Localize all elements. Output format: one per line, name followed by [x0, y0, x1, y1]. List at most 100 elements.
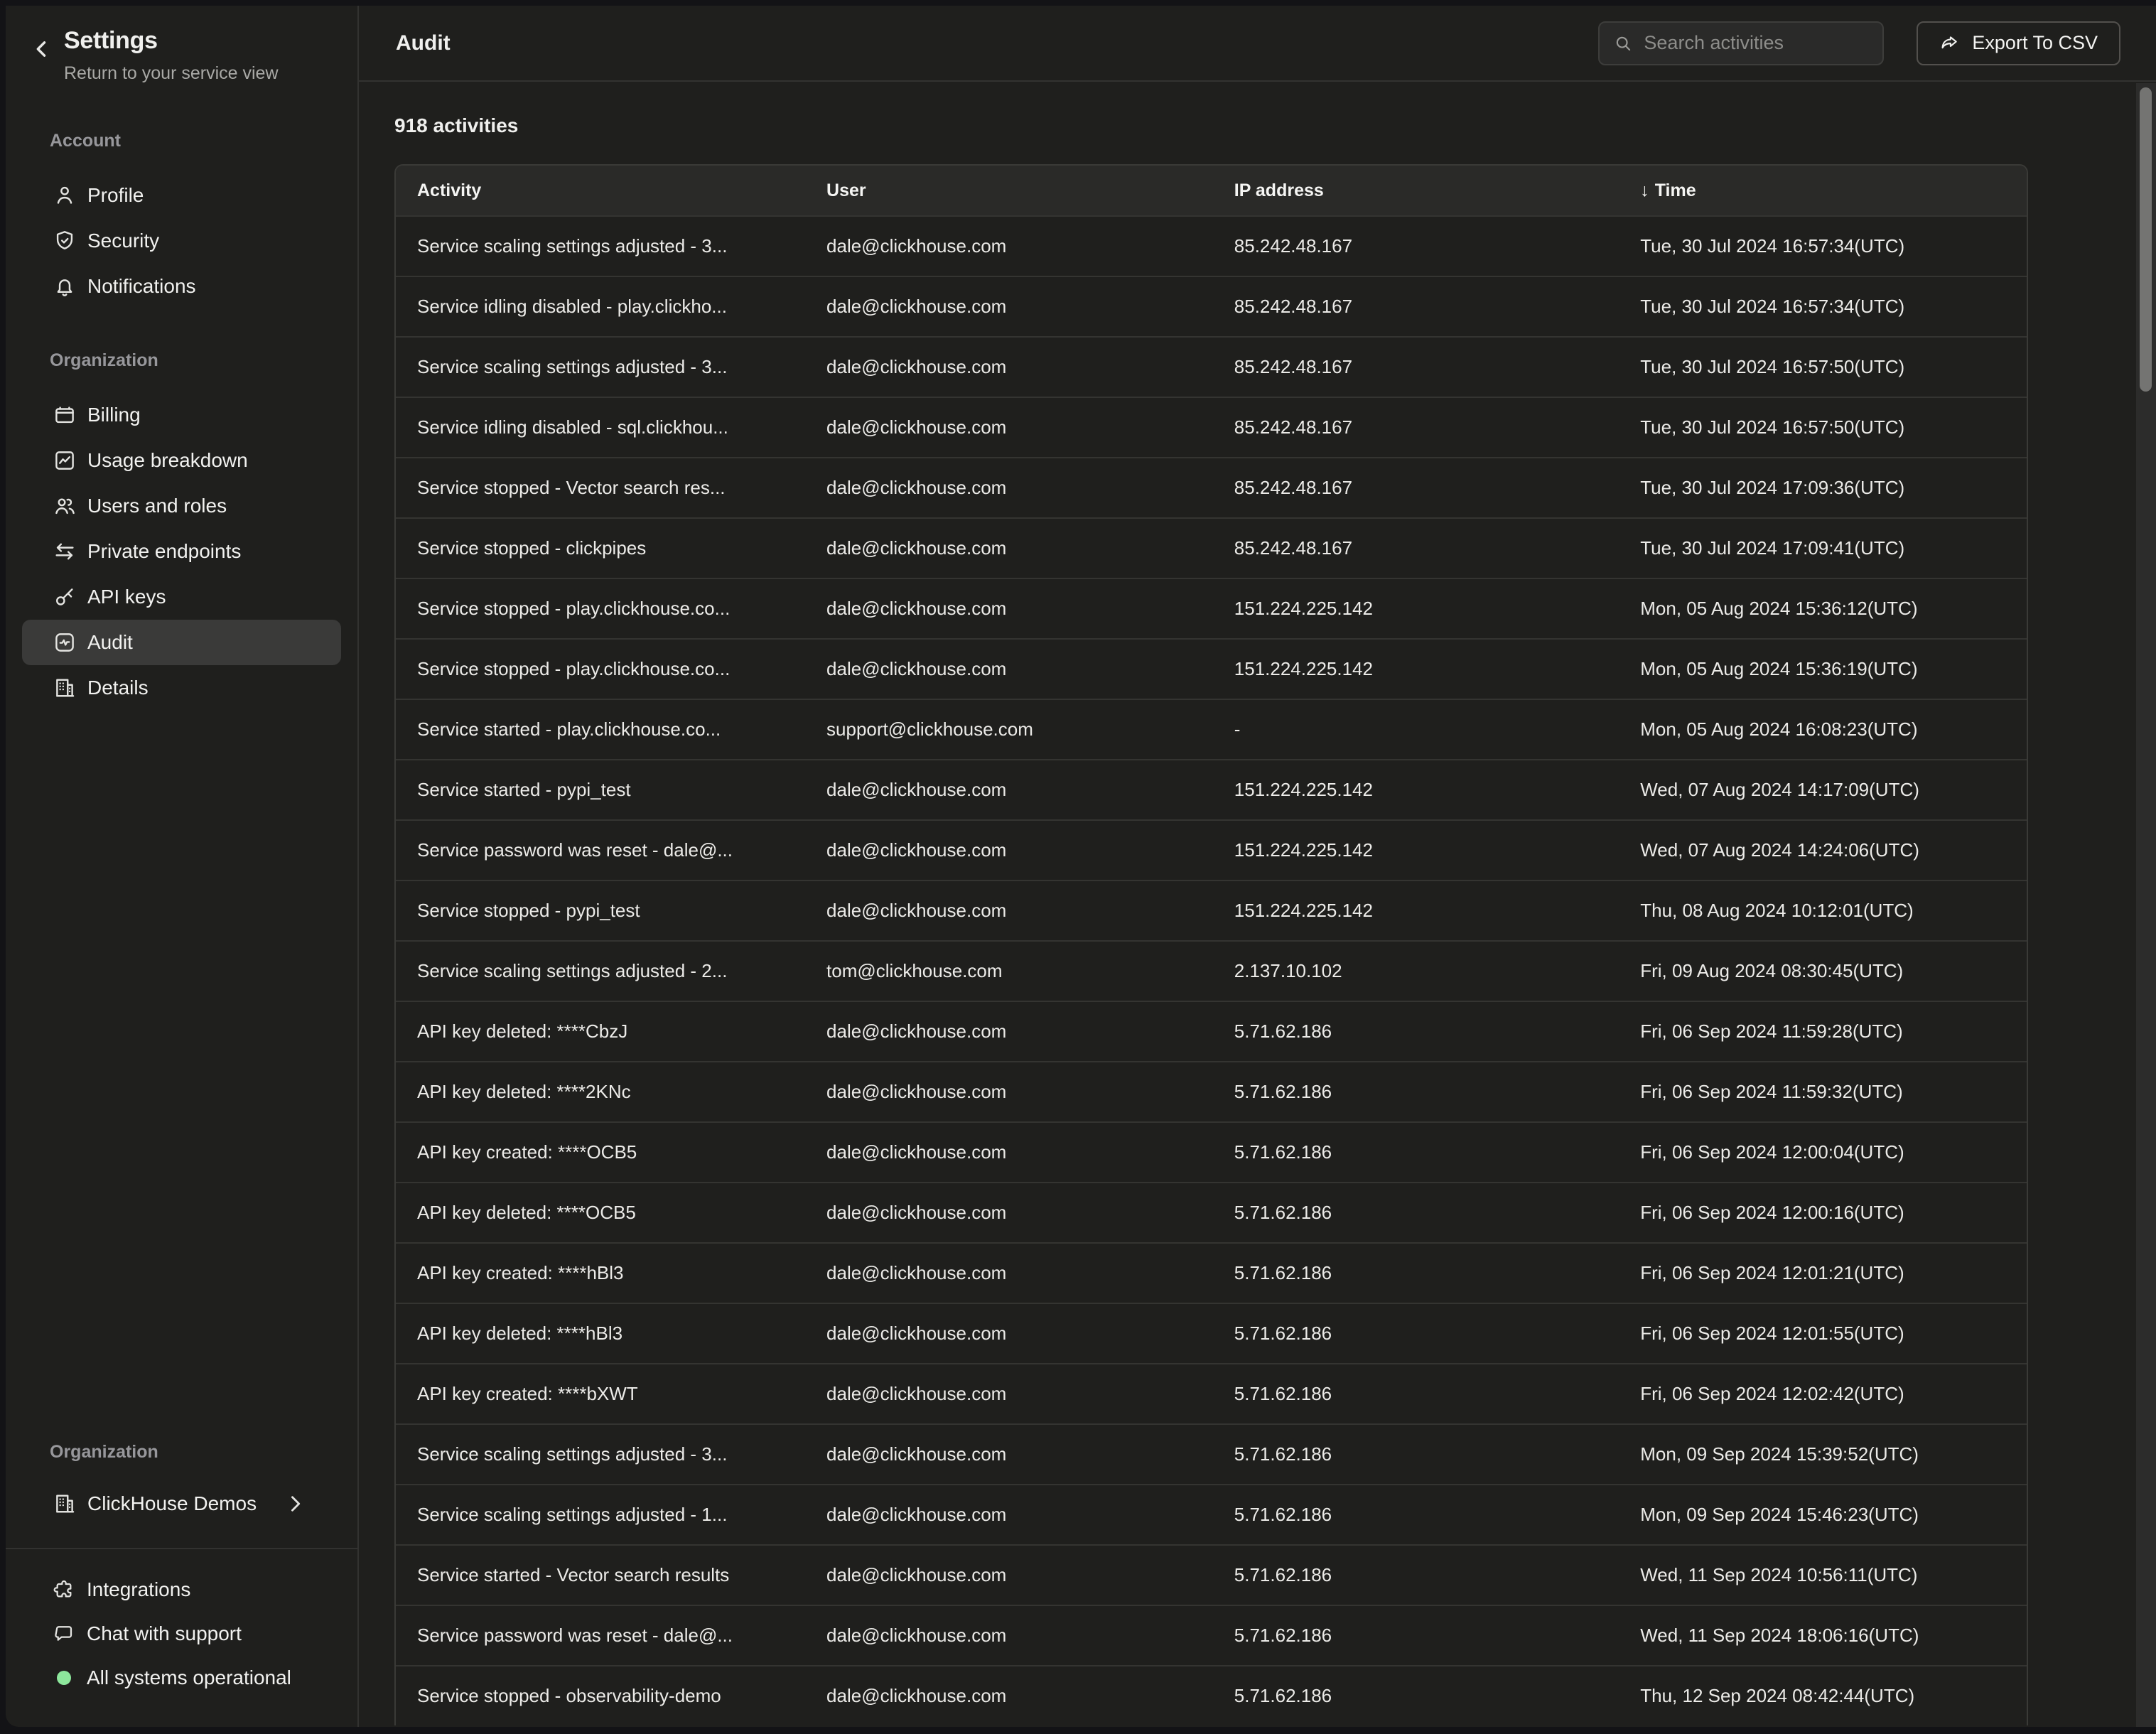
user-cell: dale@clickhouse.com	[805, 336, 1213, 397]
organization-name: ClickHouse Demos	[87, 1492, 257, 1515]
table-row: API key deleted: ****OCB5 dale@clickhous…	[396, 1182, 2027, 1242]
sidebar-item-notifications[interactable]: Notifications	[22, 264, 341, 309]
activity-cell: Service stopped - observability-demo	[396, 1665, 805, 1725]
user-cell: dale@clickhouse.com	[805, 880, 1213, 940]
user-cell: dale@clickhouse.com	[805, 1001, 1213, 1061]
time-cell: Fri, 06 Sep 2024 12:00:04(UTC)	[1619, 1121, 2027, 1182]
activity-cell: Service scaling settings adjusted - 3...	[396, 336, 805, 397]
sort-descending-icon: ↓	[1640, 181, 1649, 200]
activity-cell: API key deleted: ****hBl3	[396, 1303, 805, 1363]
table-row: Service stopped - pypi_test dale@clickho…	[396, 880, 2027, 940]
sidebar-item-private-endpoints[interactable]: Private endpoints	[22, 529, 341, 574]
user-cell: dale@clickhouse.com	[805, 578, 1213, 638]
table-row: Service password was reset - dale@... da…	[396, 1605, 2027, 1665]
ip-cell: 2.137.10.102	[1213, 940, 1619, 1001]
table-row: API key deleted: ****CbzJ dale@clickhous…	[396, 1001, 2027, 1061]
vertical-scrollbar-track[interactable]	[2136, 83, 2156, 1727]
search-icon	[1614, 34, 1632, 53]
table-row: Service idling disabled - play.clickho..…	[396, 276, 2027, 336]
column-header-user[interactable]: User	[805, 166, 1213, 215]
column-header-time[interactable]: ↓ Time	[1619, 166, 2027, 215]
table-row: Service scaling settings adjusted - 3...…	[396, 215, 2027, 276]
export-to-csv-button[interactable]: Export To CSV	[1917, 21, 2120, 65]
sidebar-title: Settings	[64, 27, 357, 55]
sidebar-item-security[interactable]: Security	[22, 218, 341, 264]
account-section-label: Account	[6, 131, 357, 151]
time-cell: Wed, 07 Aug 2024 14:24:06(UTC)	[1619, 819, 2027, 880]
ip-cell: 5.71.62.186	[1213, 1544, 1619, 1605]
activity-cell: API key deleted: ****OCB5	[396, 1182, 805, 1242]
user-cell: dale@clickhouse.com	[805, 397, 1213, 457]
activity-cell: Service stopped - pypi_test	[396, 880, 805, 940]
footer-item-label: Chat with support	[87, 1622, 242, 1645]
ip-cell: 85.242.48.167	[1213, 457, 1619, 517]
integrations-link[interactable]: Integrations	[22, 1568, 341, 1612]
sidebar-item-details[interactable]: Details	[22, 665, 341, 711]
audit-content: 918 activities Activity User IP address …	[359, 82, 2156, 1727]
time-cell: Tue, 30 Jul 2024 16:57:34(UTC)	[1619, 276, 2027, 336]
activity-cell: API key deleted: ****CbzJ	[396, 1001, 805, 1061]
sidebar-item-api-keys[interactable]: API keys	[22, 574, 341, 620]
building-icon	[53, 1492, 77, 1516]
sidebar-item-usage-breakdown[interactable]: Usage breakdown	[22, 438, 341, 483]
ip-cell: -	[1213, 699, 1619, 759]
time-cell: Fri, 06 Sep 2024 12:01:55(UTC)	[1619, 1303, 2027, 1363]
sidebar-item-label: Billing	[87, 404, 141, 426]
user-cell: dale@clickhouse.com	[805, 1242, 1213, 1303]
key-icon	[53, 585, 77, 609]
user-cell: dale@clickhouse.com	[805, 1423, 1213, 1484]
ip-cell: 5.71.62.186	[1213, 1363, 1619, 1423]
user-cell: dale@clickhouse.com	[805, 457, 1213, 517]
sidebar-subtitle: Return to your service view	[64, 63, 357, 84]
time-cell: Mon, 05 Aug 2024 15:36:19(UTC)	[1619, 638, 2027, 699]
time-cell: Fri, 06 Sep 2024 12:01:21(UTC)	[1619, 1242, 2027, 1303]
user-cell: tom@clickhouse.com	[805, 940, 1213, 1001]
page-header: Audit Export To CSV	[359, 6, 2156, 82]
organization-switcher[interactable]: ClickHouse Demos	[22, 1481, 341, 1526]
sidebar-item-users-and-roles[interactable]: Users and roles	[22, 483, 341, 529]
activity-cell: Service started - pypi_test	[396, 759, 805, 819]
vertical-scrollbar-thumb[interactable]	[2140, 87, 2152, 392]
column-header-time-label: Time	[1655, 181, 1696, 200]
time-cell: Mon, 09 Sep 2024 15:39:52(UTC)	[1619, 1423, 2027, 1484]
time-cell: Fri, 06 Sep 2024 12:02:42(UTC)	[1619, 1363, 2027, 1423]
column-header-activity[interactable]: Activity	[396, 166, 805, 215]
activities-count: 918 activities	[394, 114, 2028, 137]
table-row: API key created: ****bXWT dale@clickhous…	[396, 1363, 2027, 1423]
column-header-ip[interactable]: IP address	[1213, 166, 1619, 215]
activity-cell: Service scaling settings adjusted - 2...	[396, 940, 805, 1001]
search-box[interactable]	[1598, 21, 1884, 65]
back-button[interactable]	[30, 38, 54, 63]
time-cell: Mon, 05 Aug 2024 16:08:23(UTC)	[1619, 699, 2027, 759]
activity-cell: API key deleted: ****2KNc	[396, 1061, 805, 1121]
table-row: API key created: ****hBl3 dale@clickhous…	[396, 1242, 2027, 1303]
system-status-link[interactable]: All systems operational	[22, 1656, 341, 1700]
table-row: Service idling disabled - sql.clickhou..…	[396, 397, 2027, 457]
sidebar-item-profile[interactable]: Profile	[22, 173, 341, 218]
user-cell: dale@clickhouse.com	[805, 1484, 1213, 1544]
sidebar-item-label: Private endpoints	[87, 540, 241, 563]
activity-cell: Service scaling settings adjusted - 3...	[396, 215, 805, 276]
table-row: API key deleted: ****2KNc dale@clickhous…	[396, 1061, 2027, 1121]
sidebar-footer: Integrations Chat with support All syste…	[6, 1548, 357, 1727]
audit-table: Activity User IP address ↓ Time Service s…	[394, 164, 2028, 1725]
building-icon	[53, 676, 77, 700]
export-share-icon	[1939, 33, 1960, 53]
user-cell: dale@clickhouse.com	[805, 1605, 1213, 1665]
chat-with-support-link[interactable]: Chat with support	[22, 1612, 341, 1656]
org-switcher-label: Organization	[6, 1442, 357, 1463]
user-cell: dale@clickhouse.com	[805, 1121, 1213, 1182]
table-row: API key created: ****OCB5 dale@clickhous…	[396, 1121, 2027, 1182]
sidebar-item-audit[interactable]: Audit	[22, 620, 341, 665]
search-input[interactable]	[1644, 32, 1868, 54]
time-cell: Wed, 11 Sep 2024 18:06:16(UTC)	[1619, 1605, 2027, 1665]
sidebar-item-label: Security	[87, 230, 159, 252]
activity-cell: Service password was reset - dale@...	[396, 1605, 805, 1665]
table-row: Service started - play.clickhouse.co... …	[396, 699, 2027, 759]
sidebar-item-billing[interactable]: Billing	[22, 392, 341, 438]
activity-cell: Service stopped - clickpipes	[396, 517, 805, 578]
page-title: Audit	[396, 31, 451, 55]
user-cell: dale@clickhouse.com	[805, 1544, 1213, 1605]
user-cell: dale@clickhouse.com	[805, 215, 1213, 276]
chevron-right-icon	[283, 1492, 307, 1516]
